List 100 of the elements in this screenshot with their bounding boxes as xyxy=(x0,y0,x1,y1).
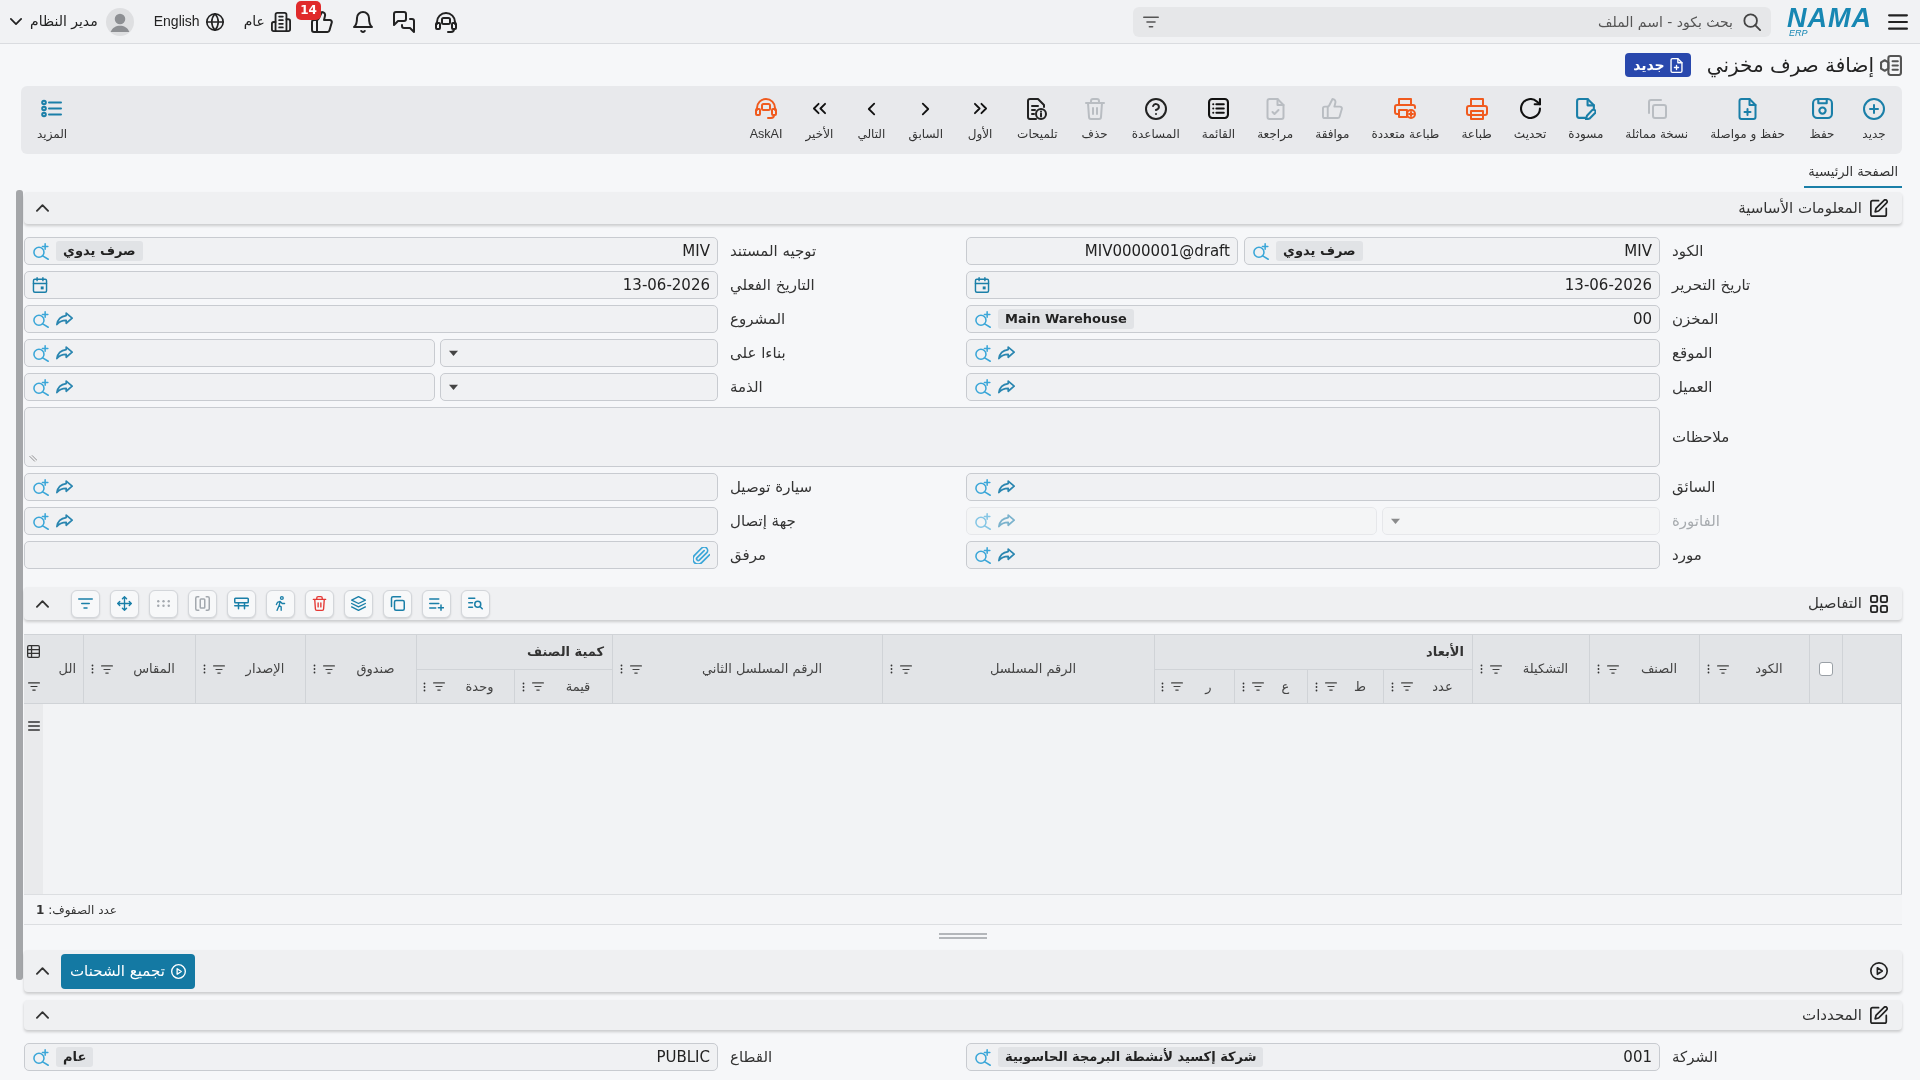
tab[interactable]: الصفحة الرئيسية xyxy=(1804,158,1902,188)
headset-icon[interactable] xyxy=(434,10,457,33)
forward-arrow-icon[interactable] xyxy=(56,312,73,326)
columns-button[interactable] xyxy=(188,589,217,618)
search-plus-icon[interactable] xyxy=(974,310,991,328)
filter-icon[interactable] xyxy=(1252,682,1264,691)
text-field[interactable]: MIV0000001@draft xyxy=(966,237,1238,265)
draft-button[interactable]: مسودة xyxy=(1557,86,1615,154)
next-button[interactable]: التالي xyxy=(845,86,898,154)
save-continue-button[interactable]: حفظ و مواصلة xyxy=(1699,86,1796,154)
chevron-up-icon[interactable] xyxy=(36,204,49,212)
filter-icon[interactable] xyxy=(323,664,335,674)
search-plus-icon[interactable] xyxy=(32,478,49,496)
lookup-field[interactable] xyxy=(24,373,435,401)
search-icon[interactable] xyxy=(1743,12,1761,31)
language-selector[interactable]: English xyxy=(153,11,224,32)
refresh-button[interactable]: تحديث xyxy=(1502,86,1558,154)
forward-arrow-icon[interactable] xyxy=(998,480,1015,494)
search-plus-icon[interactable] xyxy=(32,310,49,328)
calendar-icon[interactable] xyxy=(32,277,48,293)
lookup-field[interactable] xyxy=(966,373,1660,401)
kebab-menu-icon[interactable] xyxy=(313,663,316,675)
find-button[interactable] xyxy=(461,589,490,618)
print-button[interactable]: طباعة xyxy=(1450,86,1503,154)
kebab-menu-icon[interactable] xyxy=(620,663,623,675)
scrollbar-thumb[interactable] xyxy=(16,190,23,980)
forward-arrow-icon[interactable] xyxy=(56,480,73,494)
filter-icon[interactable] xyxy=(532,682,544,691)
dropdown-field[interactable] xyxy=(440,339,718,367)
dots-button[interactable] xyxy=(149,589,178,618)
forward-arrow-icon[interactable] xyxy=(56,346,73,360)
calendar-icon[interactable] xyxy=(974,277,990,293)
filter-icon[interactable] xyxy=(1607,664,1619,674)
date-field[interactable]: 13-06-2026 xyxy=(966,271,1660,299)
chevron-up-icon[interactable] xyxy=(36,1011,49,1019)
search-plus-icon[interactable] xyxy=(1252,242,1269,260)
kebab-menu-icon[interactable] xyxy=(1315,680,1318,693)
forward-arrow-icon[interactable] xyxy=(56,514,73,528)
new-button[interactable]: جديد xyxy=(1848,86,1900,154)
search-plus-icon[interactable] xyxy=(32,242,49,260)
filter-icon[interactable] xyxy=(630,664,642,674)
lookup-field[interactable] xyxy=(24,305,718,333)
search-field[interactable]: بحث بكود - اسم الملف xyxy=(1133,6,1771,37)
filter-button[interactable] xyxy=(71,589,100,618)
filter-icon[interactable] xyxy=(101,664,113,674)
kebab-menu-icon[interactable] xyxy=(1597,663,1600,675)
save-button[interactable]: حفظ xyxy=(1796,86,1848,154)
lookup-field[interactable] xyxy=(24,507,718,535)
search-plus-icon[interactable] xyxy=(974,378,991,396)
forward-arrow-icon[interactable] xyxy=(998,346,1015,360)
multi-print-button[interactable]: طباعة متعددة xyxy=(1360,86,1451,154)
search-plus-icon[interactable] xyxy=(32,1048,49,1066)
chevron-up-icon[interactable] xyxy=(36,599,49,608)
chat-icon[interactable] xyxy=(392,10,415,33)
lookup-field[interactable] xyxy=(966,339,1660,367)
last-button[interactable]: الأخير xyxy=(793,86,846,154)
lookup-field[interactable] xyxy=(966,473,1660,501)
kebab-menu-icon[interactable] xyxy=(1480,663,1483,675)
kebab-menu-icon[interactable] xyxy=(1161,680,1164,693)
filter-icon[interactable] xyxy=(1717,664,1729,674)
search-plus-icon[interactable] xyxy=(32,378,49,396)
rows-button[interactable] xyxy=(227,589,256,618)
filter-icon[interactable] xyxy=(1171,682,1183,691)
tips-button[interactable]: تلميحات xyxy=(1006,86,1069,154)
kebab-menu-icon[interactable] xyxy=(1391,680,1394,693)
search-plus-icon[interactable] xyxy=(32,344,49,362)
attachment-field[interactable] xyxy=(24,541,718,569)
first-button[interactable]: الأول xyxy=(954,86,1007,154)
filter-icon[interactable] xyxy=(27,682,40,691)
search-plus-icon[interactable] xyxy=(974,478,991,496)
forward-arrow-icon[interactable] xyxy=(998,548,1015,562)
checkbox[interactable] xyxy=(1819,662,1833,676)
menu-icon[interactable] xyxy=(1888,13,1908,30)
kebab-menu-icon[interactable] xyxy=(423,680,426,693)
notes-field[interactable] xyxy=(24,407,1660,467)
lookup-field[interactable] xyxy=(966,541,1660,569)
kebab-menu-icon[interactable] xyxy=(1242,680,1245,693)
filter-icon[interactable] xyxy=(1401,682,1413,691)
kebab-menu-icon[interactable] xyxy=(1707,663,1710,675)
delete-button[interactable] xyxy=(305,589,334,618)
branch-selector[interactable]: عام xyxy=(243,11,291,32)
search-plus-icon[interactable] xyxy=(32,512,49,530)
user-menu[interactable]: مدير النظام xyxy=(10,7,134,36)
filter-icon[interactable] xyxy=(1143,15,1159,28)
search-plus-icon[interactable] xyxy=(974,344,991,362)
lookup-field[interactable] xyxy=(24,339,435,367)
kebab-menu-icon[interactable] xyxy=(91,663,94,675)
layers-button[interactable] xyxy=(344,589,373,618)
play-circle-icon[interactable] xyxy=(1870,962,1888,980)
move-button[interactable] xyxy=(110,589,139,618)
dropdown-field[interactable] xyxy=(440,373,718,401)
filter-icon[interactable] xyxy=(900,664,912,674)
resize-handle[interactable] xyxy=(939,933,987,939)
table-icon[interactable] xyxy=(27,645,40,658)
add-row-button[interactable] xyxy=(422,589,451,618)
bell-icon[interactable] xyxy=(352,10,373,33)
filter-icon[interactable] xyxy=(1325,682,1337,691)
list-button[interactable]: القائمة xyxy=(1190,86,1247,154)
run-button[interactable] xyxy=(266,589,295,618)
kebab-menu-icon[interactable] xyxy=(522,680,525,693)
